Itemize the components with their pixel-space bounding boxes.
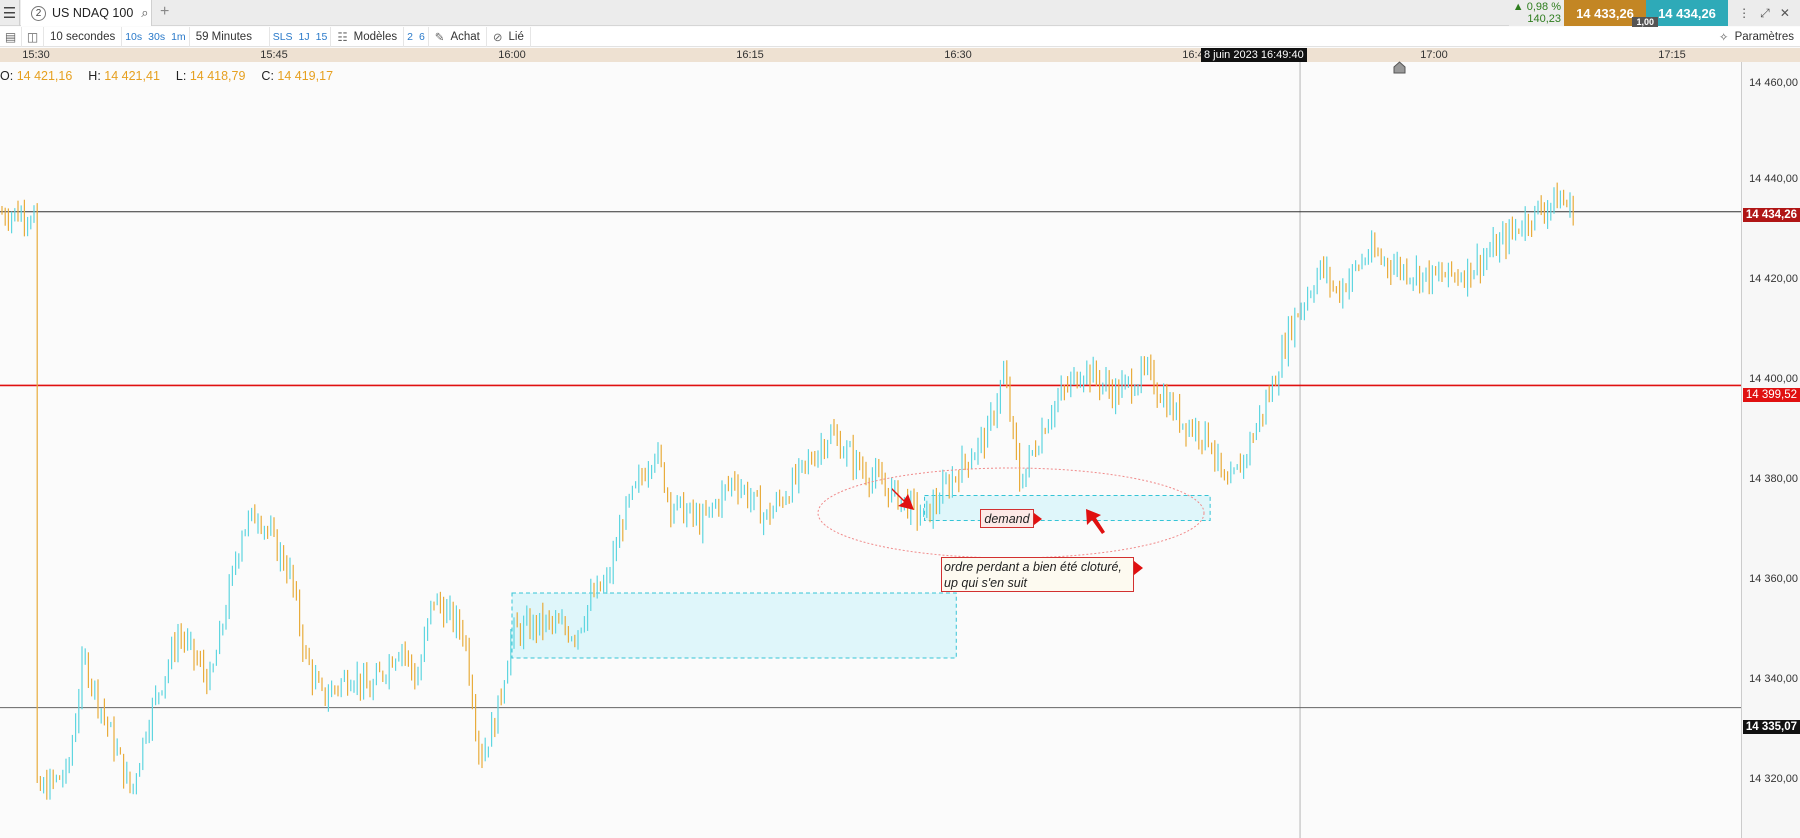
up-triangle-icon: ▲ (1512, 1, 1524, 13)
window-titlebar: ☰ 2 US NDAQ 100 ⌕ + ▲ 0,98 % 140,23 14 4… (0, 0, 1800, 27)
spread-badge: 1,00 (1632, 17, 1658, 27)
chart-toolbar: ▤ ◫ 10 secondes 10s 30s 1m 59 Minutes SL… (0, 26, 1800, 47)
menu-icon[interactable]: ☰ (0, 0, 20, 26)
layout-icon[interactable]: ◫ (22, 26, 44, 47)
add-tab-button[interactable]: + (160, 3, 169, 21)
interval-10s[interactable]: 10s (122, 27, 145, 47)
support-price-tag: 14 335,07 (1742, 720, 1800, 734)
sls-button[interactable]: SLS (270, 27, 296, 47)
sell-price-button[interactable]: 14 433,26 1,00 (1564, 0, 1658, 27)
tab-number-badge: 2 (31, 5, 46, 21)
tab-us-ndaq-100[interactable]: 2 US NDAQ 100 ⌕ (21, 0, 152, 26)
buy-price-button[interactable]: 14 434,26 (1646, 0, 1728, 26)
layout-2[interactable]: 2 (404, 27, 416, 47)
settings-label: Paramètres (1734, 31, 1794, 43)
interval-30s[interactable]: 30s (145, 27, 168, 47)
price-tick: 14 320,00 (1749, 773, 1798, 785)
linked-button[interactable]: ⊘ Lié (487, 26, 531, 47)
sliders-icon: ☷ (337, 31, 348, 44)
daily-change: ▲ 0,98 % 140,23 (1509, 0, 1564, 26)
interval-select[interactable]: 10 secondes (44, 26, 123, 47)
interval-1m[interactable]: 1m (168, 26, 190, 47)
change-absolute: 140,23 (1527, 13, 1561, 25)
close-icon[interactable]: ✕ (1780, 6, 1790, 20)
list-icon[interactable]: ▤ (0, 26, 22, 47)
time-tick: 16:15 (736, 49, 764, 61)
more-icon[interactable]: ⋮ (1738, 6, 1750, 20)
layout-6[interactable]: 6 (416, 26, 429, 47)
time-tick: 15:30 (22, 49, 50, 61)
time-tick: 17:00 (1420, 49, 1448, 61)
time-tick: 16:00 (498, 49, 526, 61)
price-tick: 14 420,00 (1749, 273, 1798, 285)
change-percent: 0,98 % (1526, 1, 1561, 13)
demand-zone (924, 495, 1211, 521)
price-tick: 14 340,00 (1749, 673, 1798, 685)
price-tick: 14 440,00 (1749, 173, 1798, 185)
period-select[interactable]: 59 Minutes (190, 26, 270, 47)
alert-marker-icon[interactable] (1393, 61, 1406, 74)
price-axis[interactable]: 14 460,00 14 440,00 14 420,00 14 400,00 … (1741, 62, 1800, 838)
instrument-name: US NDAQ 100 (52, 6, 134, 20)
time-tick: 17:15 (1658, 49, 1686, 61)
demand-label[interactable]: demand (980, 509, 1042, 528)
linked-label: Lié (508, 30, 524, 43)
time-axis: 15:30 15:45 16:00 16:15 16:30 16:45 17:0… (0, 48, 1800, 62)
ask-price: 14 434,26 (1658, 5, 1716, 21)
time-tick: 16:30 (944, 49, 972, 61)
demand-zone-lower (511, 592, 957, 659)
quote-panel: ▲ 0,98 % 140,23 14 433,26 1,00 14 434,26… (1509, 0, 1800, 27)
price-tick: 14 380,00 (1749, 473, 1798, 485)
price-chart[interactable] (0, 62, 1741, 838)
pencil-icon: ✎ (434, 31, 445, 44)
current-price-tag: 14 434,26 (1742, 208, 1800, 222)
models-label: Modèles (353, 30, 398, 43)
buy-button[interactable]: ✎ Achat (429, 26, 487, 47)
wrench-icon: ✧ (1718, 32, 1729, 44)
resistance-price-tag: 14 399,52 (1742, 388, 1800, 402)
period-15[interactable]: 15 (313, 26, 332, 47)
expand-icon[interactable]: ⤢ (1760, 6, 1770, 21)
crosshair-time-label: 8 juin 2023 16:49:40 (1201, 48, 1307, 62)
period-1j[interactable]: 1J (296, 27, 313, 47)
bid-price: 14 433,26 (1576, 5, 1634, 21)
link-icon: ⊘ (492, 31, 503, 44)
search-icon[interactable]: ⌕ (141, 5, 148, 21)
window-controls: ⋮ ⤢ ✕ (1728, 0, 1800, 26)
buy-label: Achat (450, 30, 480, 43)
models-button[interactable]: ☷ Modèles (331, 26, 405, 47)
note-line-1: ordre perdant a bien été cloturé, (944, 560, 1122, 574)
annotation-note[interactable]: ordre perdant a bien été cloturé, up qui… (941, 557, 1143, 592)
price-tick: 14 400,00 (1749, 373, 1798, 385)
time-tick: 15:45 (260, 49, 288, 61)
settings-button[interactable]: ✧ Paramètres (1713, 27, 1800, 47)
price-tick: 14 460,00 (1749, 77, 1798, 89)
note-line-2: up qui s'en suit (944, 576, 1027, 590)
price-tick: 14 360,00 (1749, 573, 1798, 585)
